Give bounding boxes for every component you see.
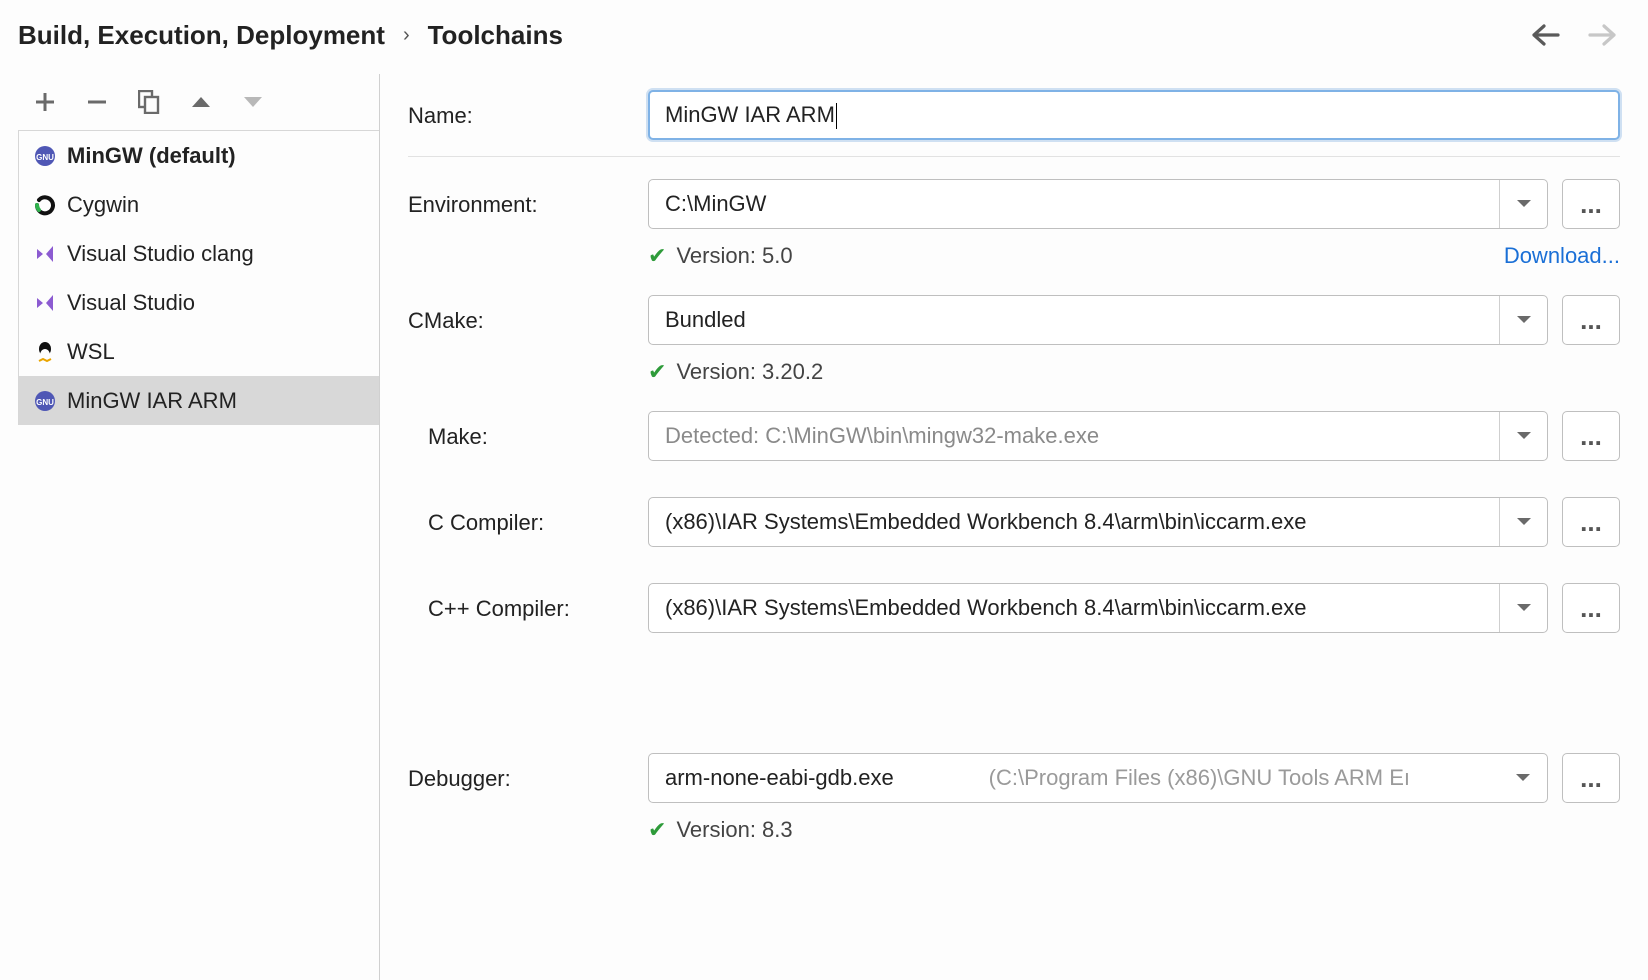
divider [408,156,1620,157]
cmake-browse-button[interactable]: ... [1562,295,1620,345]
toolchain-item-label: MinGW IAR ARM [67,388,237,414]
breadcrumb-current: Toolchains [428,20,563,51]
check-icon: ✔ [648,243,666,269]
gnu-icon: GNU [33,389,57,413]
remove-button[interactable] [86,91,108,113]
sidebar-toolbar [18,74,379,130]
move-up-button[interactable] [190,95,212,109]
toolchain-item-label: MinGW (default) [67,143,236,169]
check-icon: ✔ [648,359,666,385]
debugger-combo[interactable]: arm-none-eabi-gdb.exe (C:\Program Files … [648,753,1548,803]
toolchain-item-mingw-default[interactable]: GNU MinGW (default) [19,131,379,180]
cpp-compiler-value: (x86)\IAR Systems\Embedded Workbench 8.4… [665,595,1499,621]
chevron-down-icon[interactable] [1499,180,1547,228]
environment-browse-button[interactable]: ... [1562,179,1620,229]
chevron-down-icon[interactable] [1499,412,1547,460]
cygwin-icon [33,193,57,217]
name-label: Name: [408,101,648,129]
breadcrumb: Build, Execution, Deployment › Toolchain… [18,20,563,51]
debugger-version: Version: 8.3 [676,817,792,843]
visual-studio-icon [33,242,57,266]
toolchain-item-label: WSL [67,339,115,365]
environment-combo[interactable]: C:\MinGW [648,179,1548,229]
debugger-hint: (C:\Program Files (x86)\GNU Tools ARM Eı [989,765,1410,791]
c-compiler-label: C Compiler: [408,508,648,536]
breadcrumb-parent[interactable]: Build, Execution, Deployment [18,20,385,51]
environment-value: C:\MinGW [665,191,1499,217]
c-compiler-combo[interactable]: (x86)\IAR Systems\Embedded Workbench 8.4… [648,497,1548,547]
c-compiler-value: (x86)\IAR Systems\Embedded Workbench 8.4… [665,509,1499,535]
chevron-down-icon[interactable] [1499,498,1547,546]
copy-button[interactable] [138,90,160,114]
debugger-label: Debugger: [408,764,648,792]
cpp-compiler-combo[interactable]: (x86)\IAR Systems\Embedded Workbench 8.4… [648,583,1548,633]
toolchain-item-label: Cygwin [67,192,139,218]
svg-text:GNU: GNU [36,153,54,162]
nav-forward-button [1586,18,1620,52]
cmake-combo[interactable]: Bundled [648,295,1548,345]
c-compiler-browse-button[interactable]: ... [1562,497,1620,547]
cmake-value: Bundled [665,307,1499,333]
visual-studio-icon [33,291,57,315]
toolchain-item-vs[interactable]: Visual Studio [19,278,379,327]
move-down-button[interactable] [242,95,264,109]
toolchain-item-label: Visual Studio [67,290,195,316]
make-placeholder: Detected: C:\MinGW\bin\mingw32-make.exe [665,423,1499,449]
download-link[interactable]: Download... [1504,243,1620,269]
tux-icon [33,340,57,364]
gnu-icon: GNU [33,144,57,168]
check-icon: ✔ [648,817,666,843]
toolchain-item-wsl[interactable]: WSL [19,327,379,376]
toolchain-item-label: Visual Studio clang [67,241,254,267]
chevron-down-icon[interactable] [1499,754,1547,802]
chevron-down-icon[interactable] [1499,584,1547,632]
nav-back-button[interactable] [1528,18,1562,52]
debugger-value: arm-none-eabi-gdb.exe [665,765,894,791]
toolchain-item-mingw-iar-arm[interactable]: GNU MinGW IAR ARM [19,376,379,425]
name-input[interactable]: MinGW IAR ARM [648,90,1620,140]
toolchain-list: GNU MinGW (default) Cygwin Visual Studio… [18,130,379,425]
toolchain-item-vs-clang[interactable]: Visual Studio clang [19,229,379,278]
toolchain-item-cygwin[interactable]: Cygwin [19,180,379,229]
debugger-browse-button[interactable]: ... [1562,753,1620,803]
add-button[interactable] [34,91,56,113]
cmake-version: Version: 3.20.2 [676,359,823,385]
cmake-label: CMake: [408,306,648,334]
make-label: Make: [408,422,648,450]
environment-version: Version: 5.0 [676,243,792,269]
make-browse-button[interactable]: ... [1562,411,1620,461]
environment-label: Environment: [408,190,648,218]
chevron-down-icon[interactable] [1499,296,1547,344]
cpp-compiler-browse-button[interactable]: ... [1562,583,1620,633]
cpp-compiler-label: C++ Compiler: [408,594,648,622]
chevron-right-icon: › [403,24,410,47]
svg-text:GNU: GNU [36,398,54,407]
make-combo[interactable]: Detected: C:\MinGW\bin\mingw32-make.exe [648,411,1548,461]
